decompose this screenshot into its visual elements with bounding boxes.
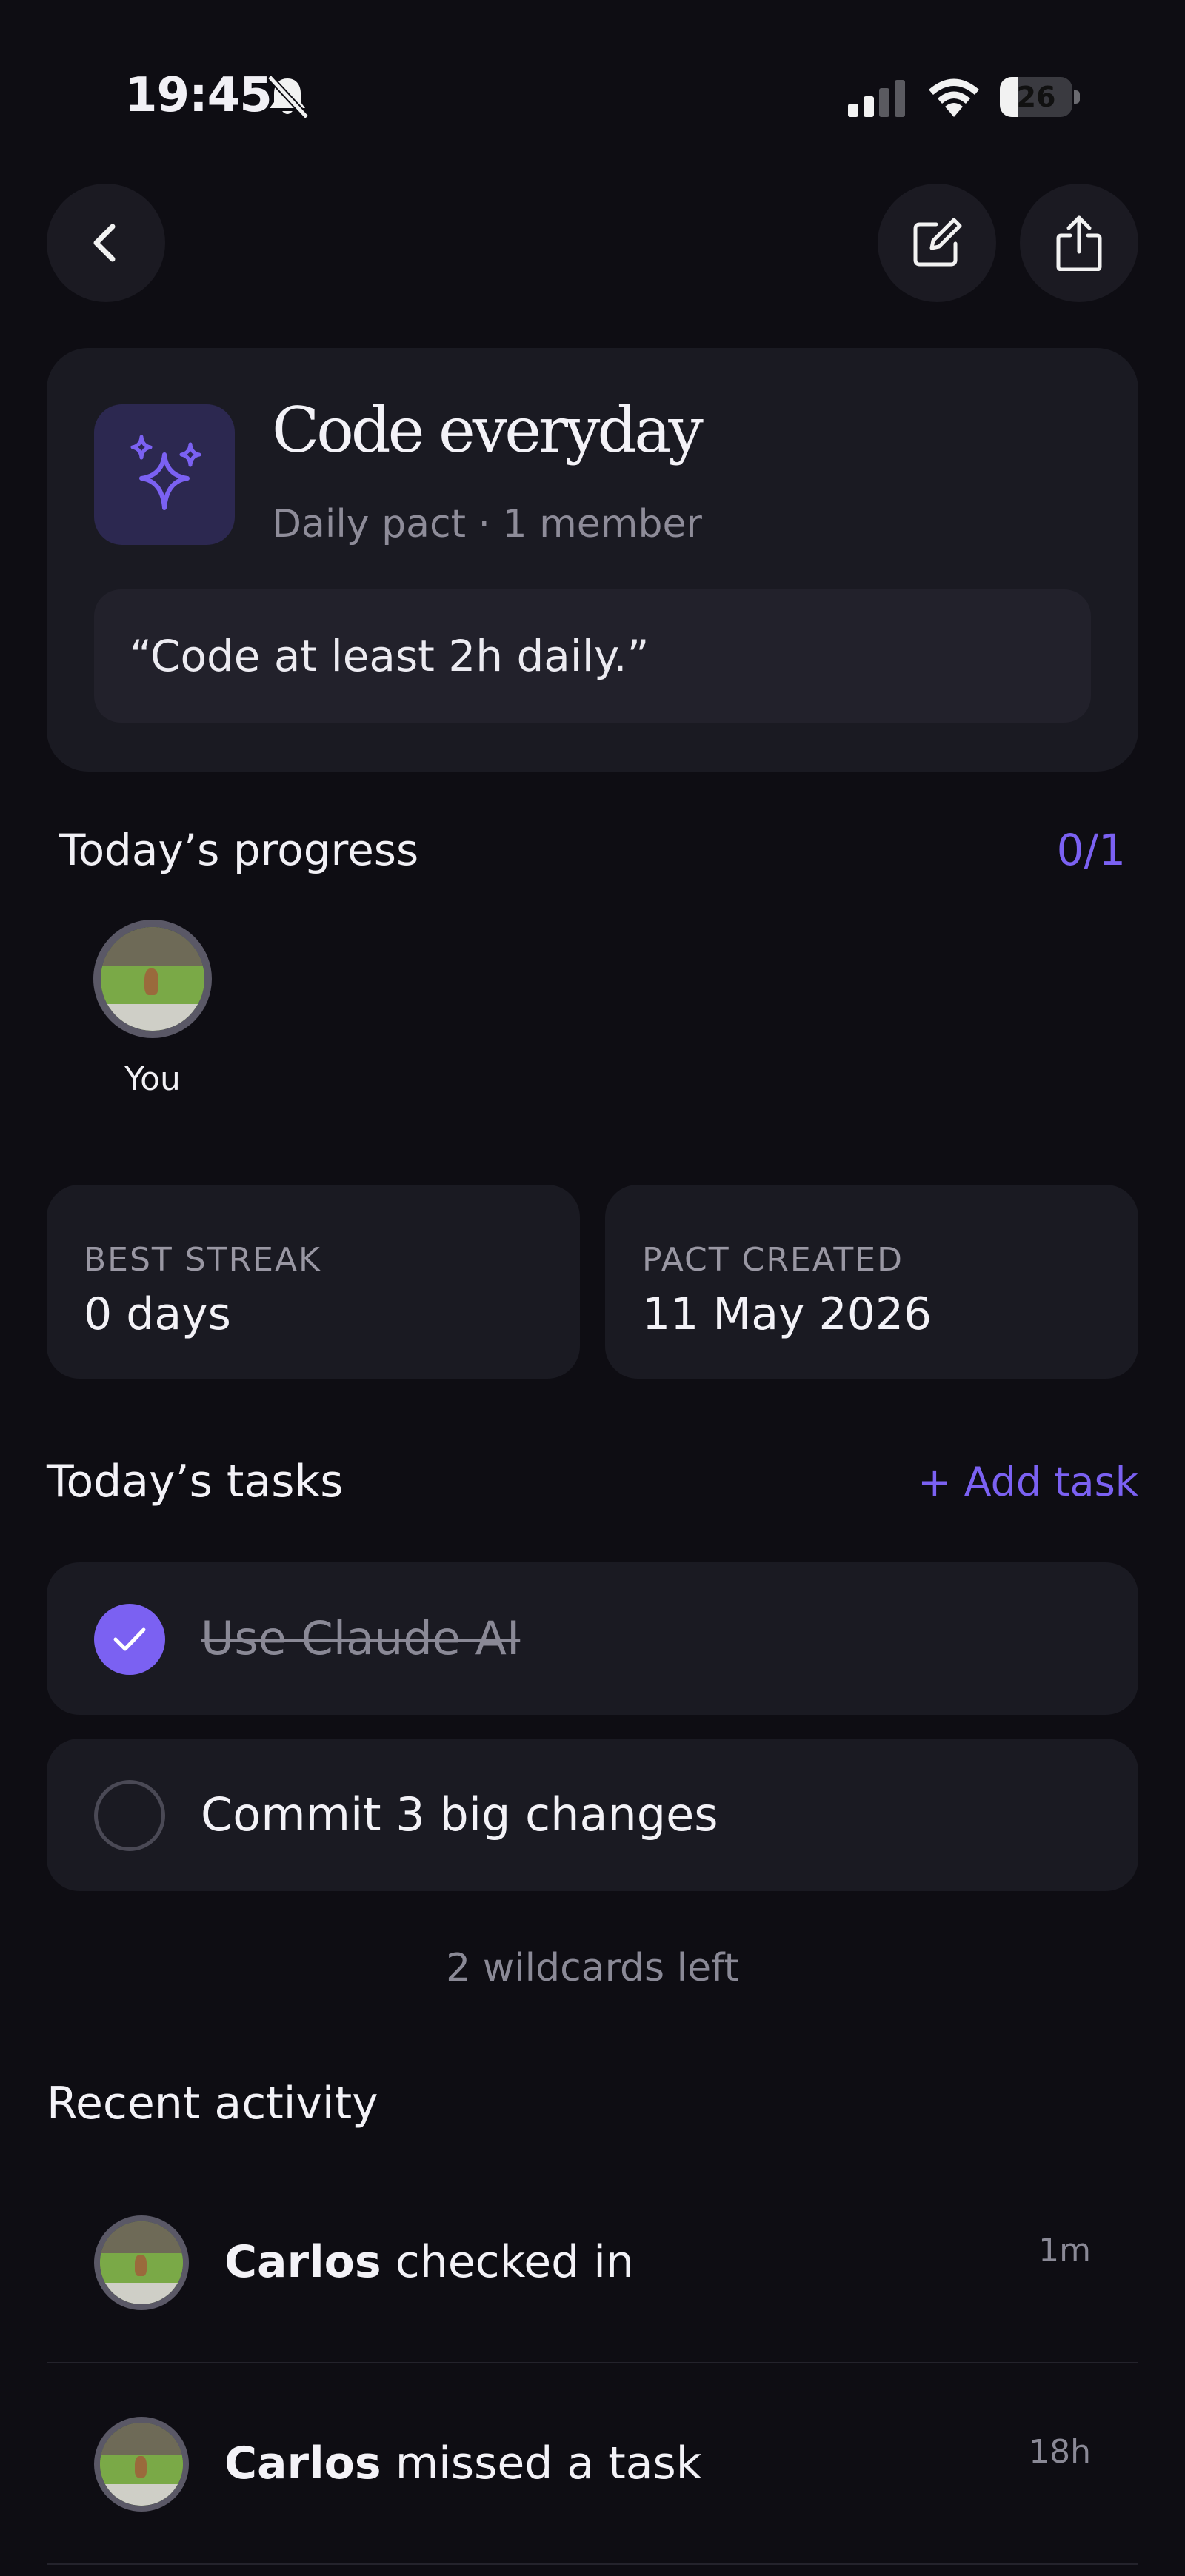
pact-icon <box>94 404 235 545</box>
member-label: You <box>124 1060 181 1098</box>
edit-button[interactable] <box>878 184 996 302</box>
add-task-button[interactable]: + Add task <box>874 1459 1138 1505</box>
back-button[interactable] <box>47 184 165 302</box>
sparkles-icon <box>130 435 201 510</box>
pact-title: Code everyday <box>272 394 704 466</box>
avatar <box>94 2215 189 2310</box>
pact-created-value: 11 May 2026 <box>642 1288 932 1340</box>
pact-created-label: PACT CREATED <box>642 1241 904 1279</box>
best-streak-label: BEST STREAK <box>84 1241 321 1279</box>
avatar[interactable] <box>93 920 212 1038</box>
status-time: 19:45 <box>124 68 273 123</box>
activity-text: Carlos checked in <box>224 2236 634 2288</box>
activity-user: Carlos <box>224 2236 381 2288</box>
activity-action: missed a task <box>395 2438 702 2489</box>
share-icon <box>1056 215 1102 271</box>
activity-title: Recent activity <box>47 2078 378 2130</box>
chevron-left-icon <box>93 224 116 262</box>
task-label: Commit 3 big changes <box>201 1787 718 1841</box>
task-label: Use Claude AI <box>201 1611 521 1665</box>
wildcards-remaining: 2 wildcards left <box>446 1946 739 1990</box>
progress-title: Today’s progress <box>59 825 419 875</box>
tasks-title: Today’s tasks <box>47 1456 344 1508</box>
checkmark-icon <box>113 1627 146 1651</box>
battery-level: 26 <box>1016 81 1056 113</box>
activity-item[interactable]: Carlos checked in 1m <box>47 2162 1138 2363</box>
activity-time: 1m <box>1038 2232 1091 2269</box>
progress-count: 0/1 <box>1056 825 1126 875</box>
pact-header-card: Code everyday Daily pact · 1 member “Cod… <box>47 348 1138 772</box>
task-row[interactable]: Commit 3 big changes <box>47 1739 1138 1891</box>
avatar <box>94 2417 189 2512</box>
wifi-icon <box>929 78 979 117</box>
signal-icon <box>848 80 905 117</box>
pact-subtitle: Daily pact · 1 member <box>272 502 702 546</box>
pact-quote: “Code at least 2h daily.” <box>130 631 650 681</box>
best-streak-card: BEST STREAK 0 days <box>47 1185 580 1379</box>
pact-created-card: PACT CREATED 11 May 2026 <box>605 1185 1138 1379</box>
share-button[interactable] <box>1020 184 1138 302</box>
battery-icon: 26 <box>1000 77 1080 117</box>
bell-slash-icon <box>267 74 310 120</box>
activity-user: Carlos <box>224 2438 381 2489</box>
activity-text: Carlos missed a task <box>224 2438 702 2489</box>
divider <box>47 2563 1138 2565</box>
best-streak-value: 0 days <box>84 1288 231 1340</box>
activity-item[interactable]: Carlos missed a task 18h <box>47 2363 1138 2565</box>
edit-icon <box>913 218 962 267</box>
activity-time: 18h <box>1029 2433 1091 2471</box>
activity-action: checked in <box>395 2236 634 2288</box>
task-row[interactable]: Use Claude AI <box>47 1562 1138 1715</box>
task-checkbox-checked[interactable] <box>94 1604 165 1675</box>
task-checkbox[interactable] <box>94 1780 165 1851</box>
